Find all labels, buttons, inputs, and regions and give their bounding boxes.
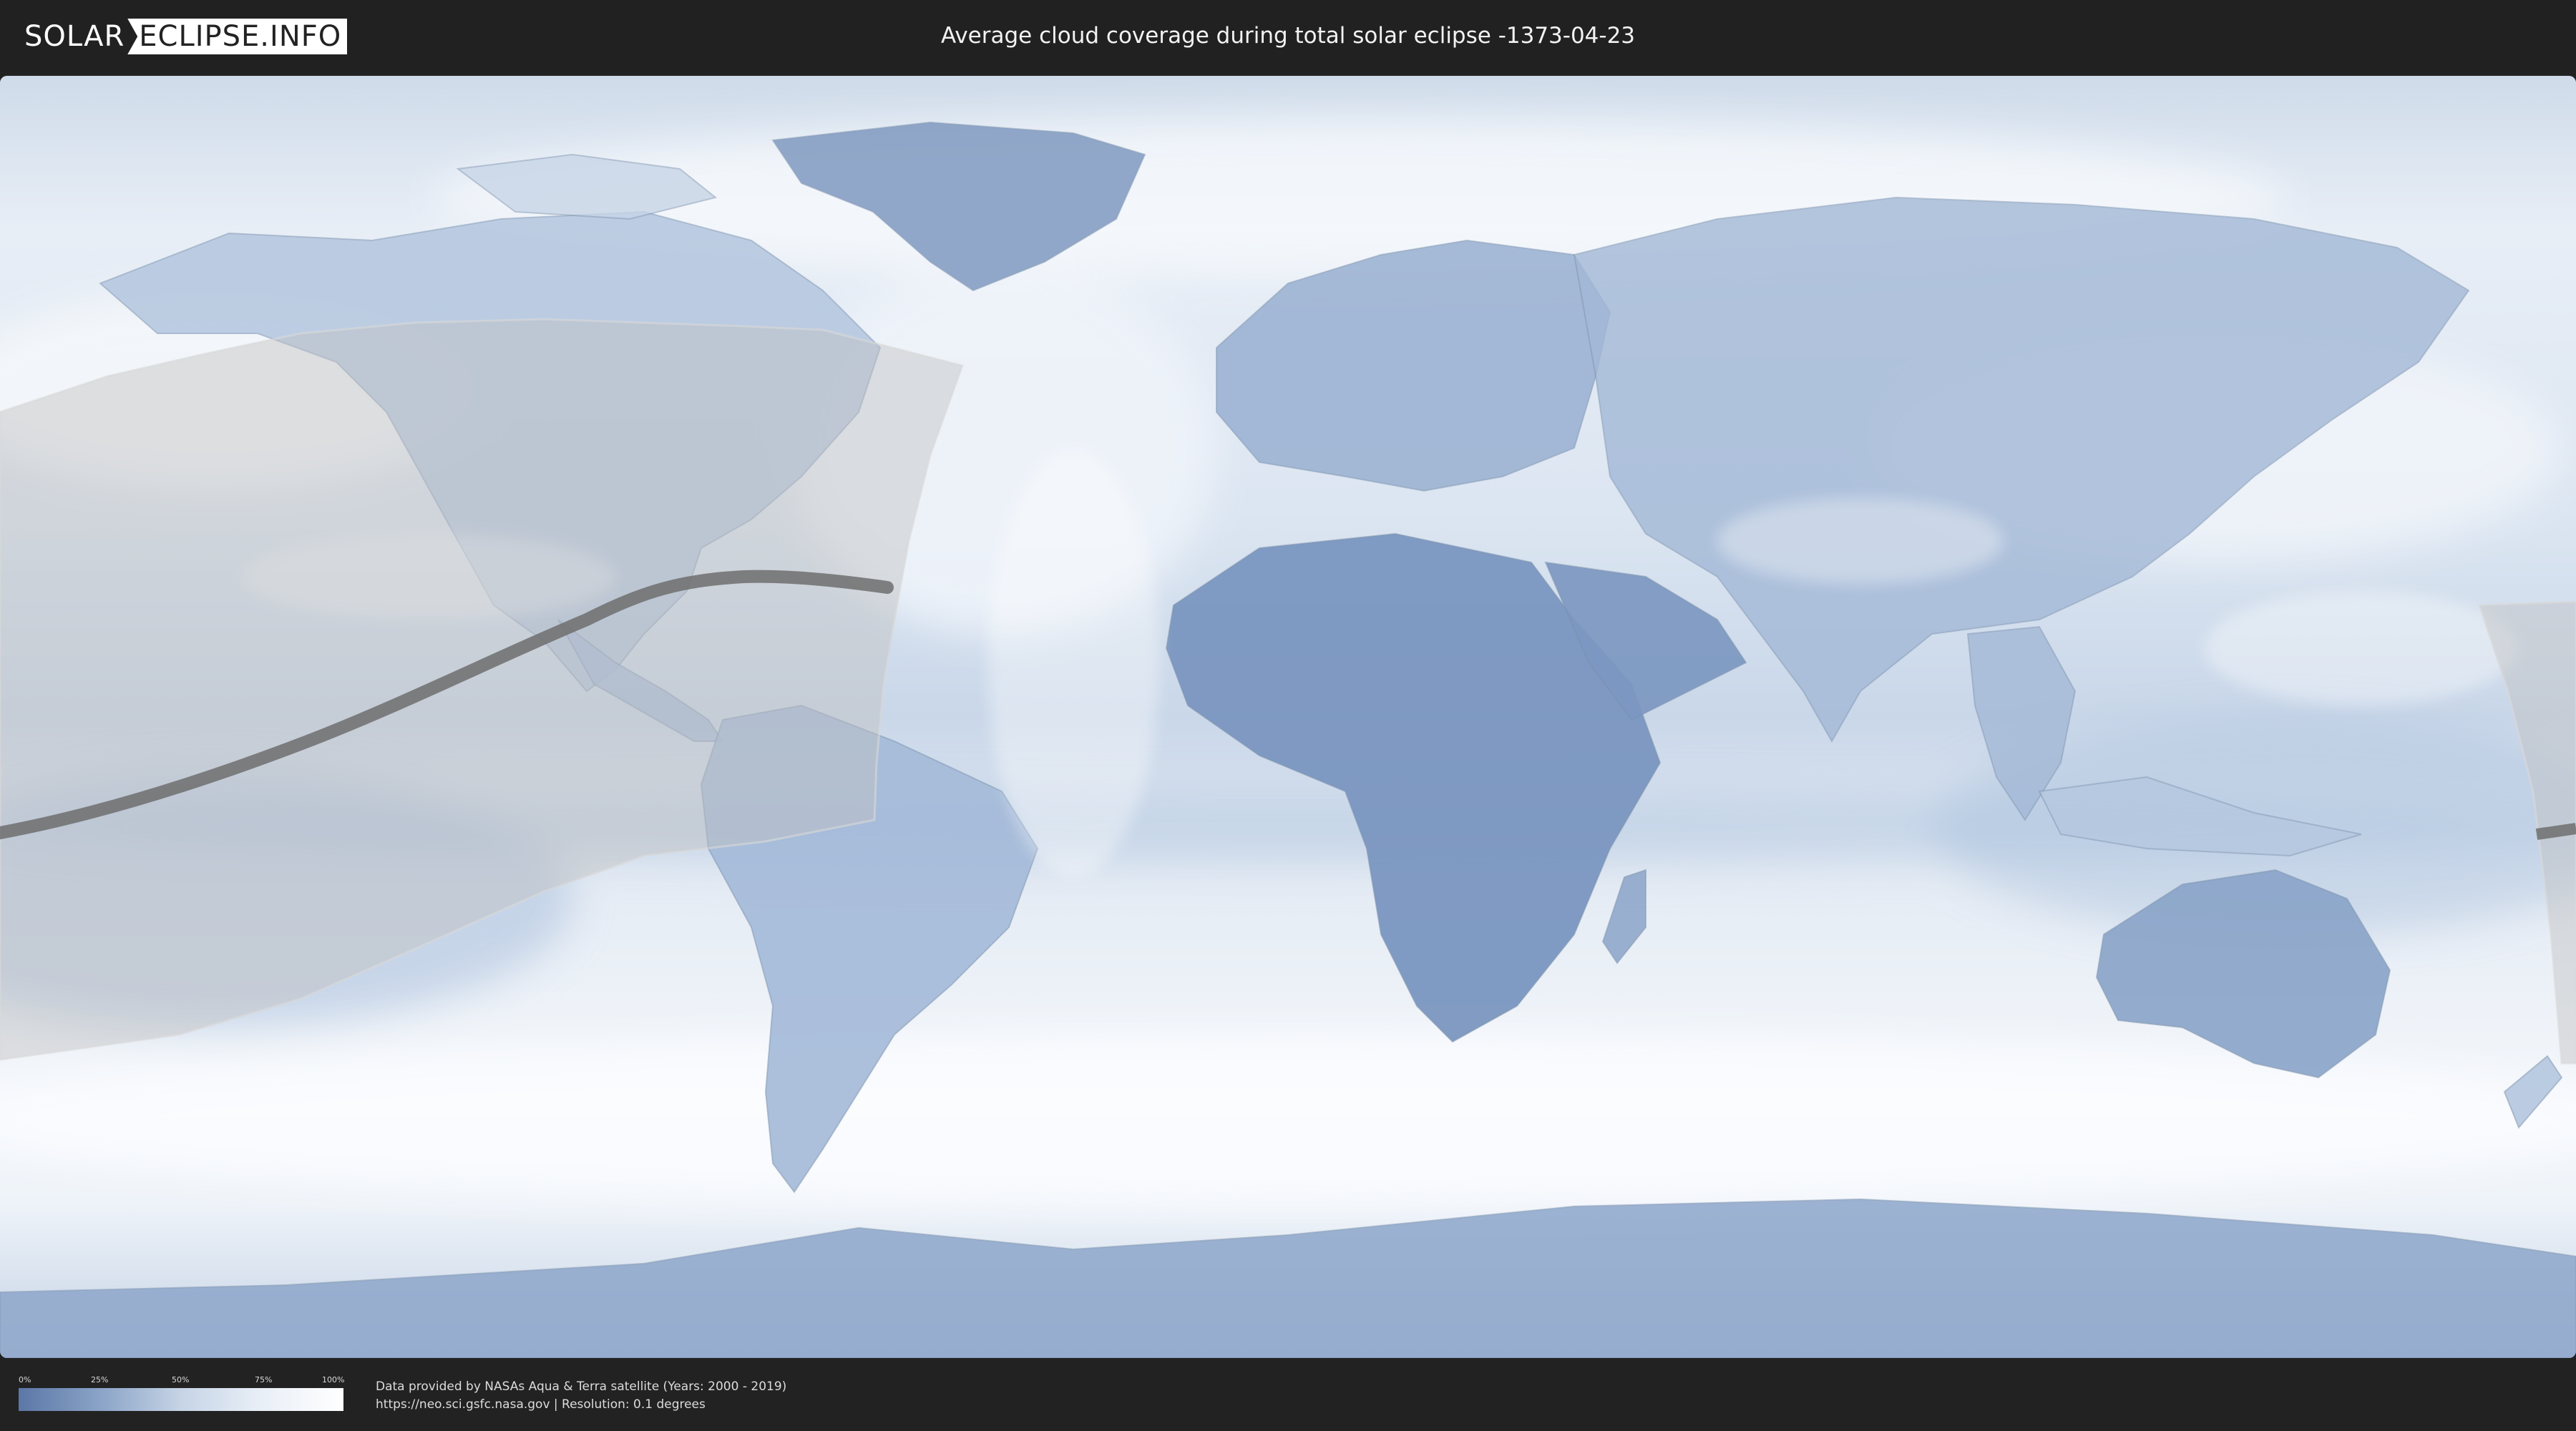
credits-line-url[interactable]: https://neo.sci.gsfc.nasa.gov | Resoluti… (376, 1396, 786, 1414)
footer-bar: 0% 25% 50% 75% 100% Data provided by NAS… (0, 1358, 2576, 1431)
legend-gradient-bar (19, 1388, 343, 1411)
data-credits: Data provided by NASAs Aqua & Terra sate… (376, 1378, 786, 1414)
totality-path-east (2535, 823, 2576, 840)
credits-line-source: Data provided by NASAs Aqua & Terra sate… (376, 1379, 787, 1394)
legend-tick-75: 75% (255, 1375, 273, 1384)
header-bar: SOLAR ECLIPSE.INFO Average cloud coverag… (0, 0, 2576, 72)
world-map-svg (0, 76, 2576, 1358)
page: SOLAR ECLIPSE.INFO Average cloud coverag… (0, 0, 2576, 1431)
legend-tick-50: 50% (172, 1375, 190, 1384)
page-title: Average cloud coverage during total sola… (940, 23, 1636, 49)
legend-tick-100: 100% (322, 1375, 345, 1384)
legend-tick-0: 0% (19, 1375, 31, 1384)
cloud-coverage-legend: 0% 25% 50% 75% 100% (19, 1375, 345, 1412)
cloud-coverage-map[interactable] (0, 76, 2576, 1358)
legend-tick-25: 25% (91, 1375, 109, 1384)
